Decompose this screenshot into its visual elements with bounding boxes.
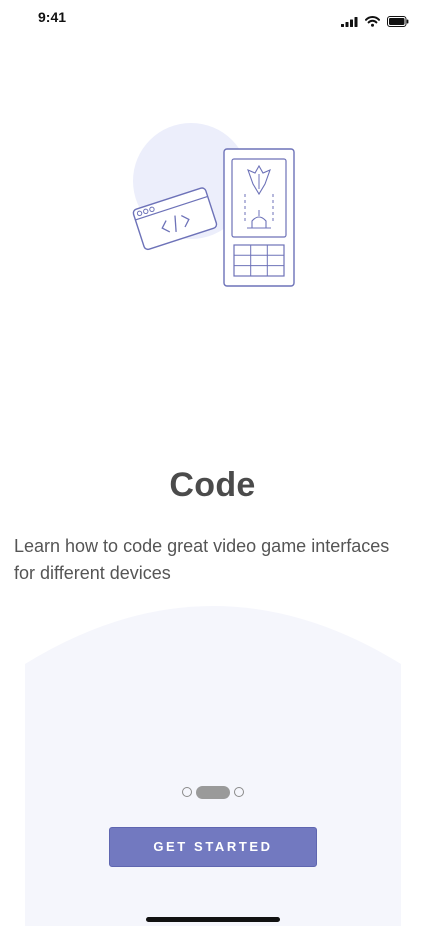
bottom-panel <box>25 606 401 926</box>
get-started-button[interactable]: GET STARTED <box>109 827 317 867</box>
status-time: 9:41 <box>38 9 67 25</box>
battery-icon <box>387 16 409 27</box>
signal-icon <box>341 16 358 27</box>
page-dot-1[interactable] <box>181 787 192 797</box>
status-bar: 9:41 <box>0 0 425 40</box>
home-indicator[interactable] <box>146 917 280 922</box>
panel-background <box>25 606 401 926</box>
game-phone-icon <box>223 148 295 287</box>
onboarding-description: Learn how to code great video game inter… <box>14 536 390 583</box>
onboarding-title: Code <box>169 466 256 504</box>
page-dot-3[interactable] <box>233 787 244 797</box>
page-dot-2-active[interactable] <box>195 785 230 799</box>
page-indicator <box>0 784 425 800</box>
onboarding-illustration <box>132 123 295 287</box>
status-icons <box>341 16 409 27</box>
wifi-icon <box>365 16 380 27</box>
